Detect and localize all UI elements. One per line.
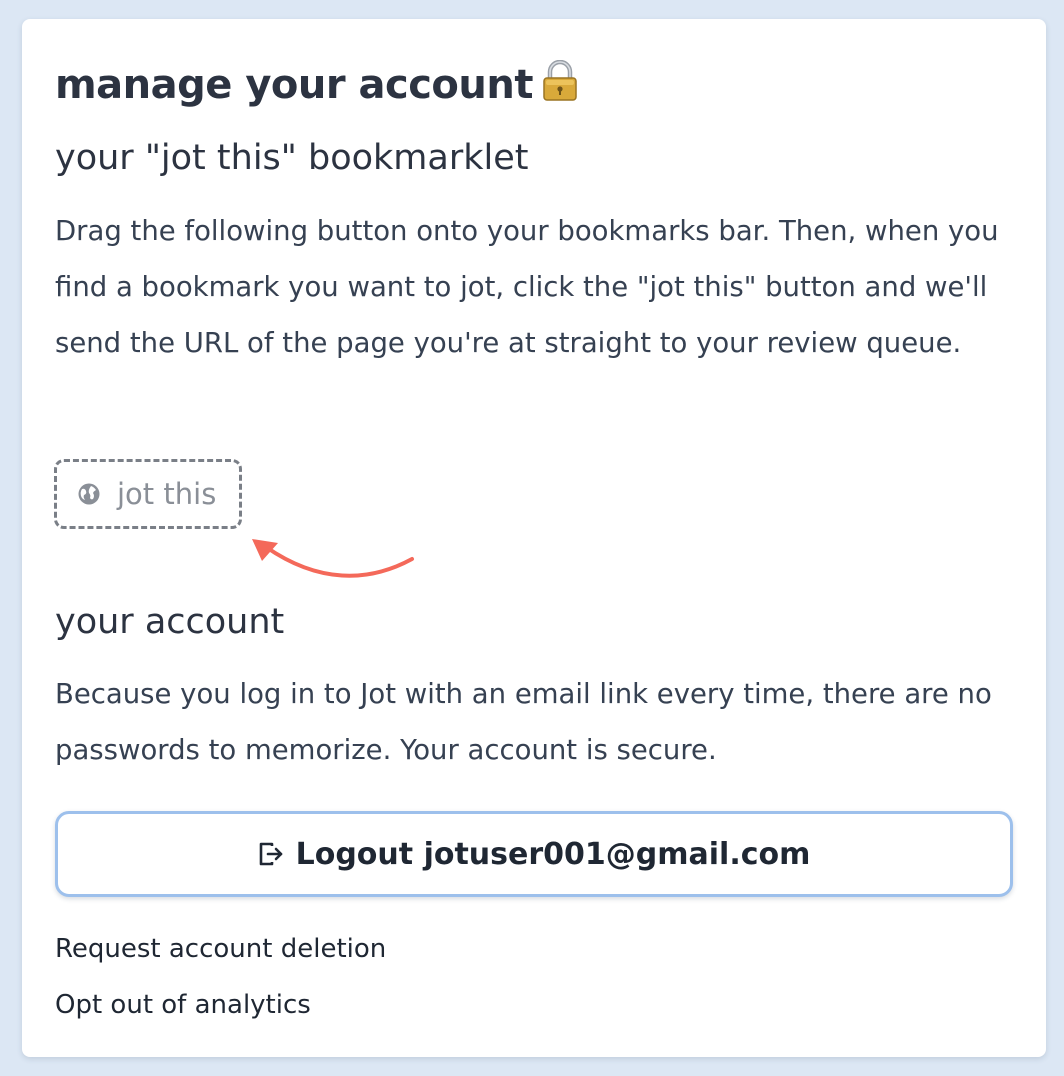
account-description: Because you log in to Jot with an email … [55,678,992,766]
drag-hint-arrow [252,539,414,578]
opt-out-analytics-link[interactable]: Opt out of analytics [55,987,311,1023]
globe-icon [77,482,101,506]
jot-this-label: jot this [117,477,217,511]
request-deletion-link[interactable]: Request account deletion [55,931,386,967]
bookmarklet-description: Drag the following button onto your book… [55,215,999,359]
page-title: manage your account [55,57,579,117]
jot-this-bookmarklet[interactable]: jot this [54,459,242,529]
lock-icon [541,59,579,117]
logout-label: Logout jotuser001@gmail.com [295,836,811,872]
logout-button[interactable]: Logout jotuser001@gmail.com [55,811,1013,897]
account-heading: your account [55,602,285,642]
bookmarklet-heading: your "jot this" bookmarklet [55,138,529,178]
logout-icon [258,841,284,867]
page-title-text: manage your account [55,62,533,108]
account-card: manage your account your "jot this" book… [22,19,1046,1057]
